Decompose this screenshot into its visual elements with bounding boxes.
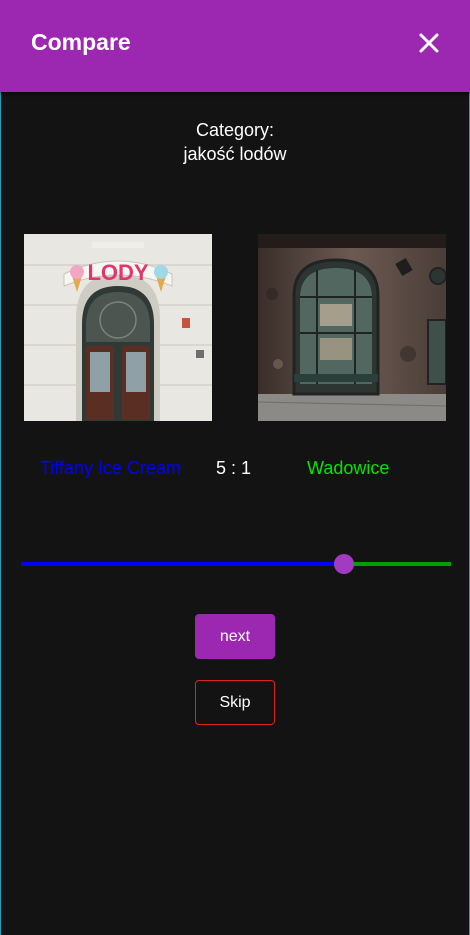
right-place-photo[interactable] [258, 234, 446, 421]
comparison-row: Tiffany Ice Cream 5 : 1 Wadowice [0, 456, 470, 482]
page-title: Compare [31, 29, 131, 55]
next-button[interactable]: next [195, 614, 275, 659]
app-bar: Compare [0, 0, 470, 92]
slider-track-right [344, 562, 451, 566]
skip-button[interactable]: Skip [195, 680, 275, 725]
score-display: 5 : 1 [216, 458, 252, 478]
category-block: Category: jakość lodów [0, 118, 470, 166]
left-place-name[interactable]: Tiffany Ice Cream [40, 456, 181, 480]
shop-sign-text: LODY [87, 260, 148, 285]
right-place-name[interactable]: Wadowice [307, 456, 389, 480]
close-button[interactable] [414, 28, 444, 58]
compare-screen: Compare Category: jakość lodów LODY Tiff… [0, 0, 470, 935]
category-label: Category: [195, 120, 275, 140]
preference-slider[interactable] [21, 552, 451, 576]
category-value: jakość lodów [183, 144, 287, 164]
slider-thumb[interactable] [334, 554, 354, 574]
left-place-photo[interactable]: LODY [24, 234, 212, 421]
slider-track-left [21, 562, 344, 566]
close-icon [419, 33, 439, 53]
